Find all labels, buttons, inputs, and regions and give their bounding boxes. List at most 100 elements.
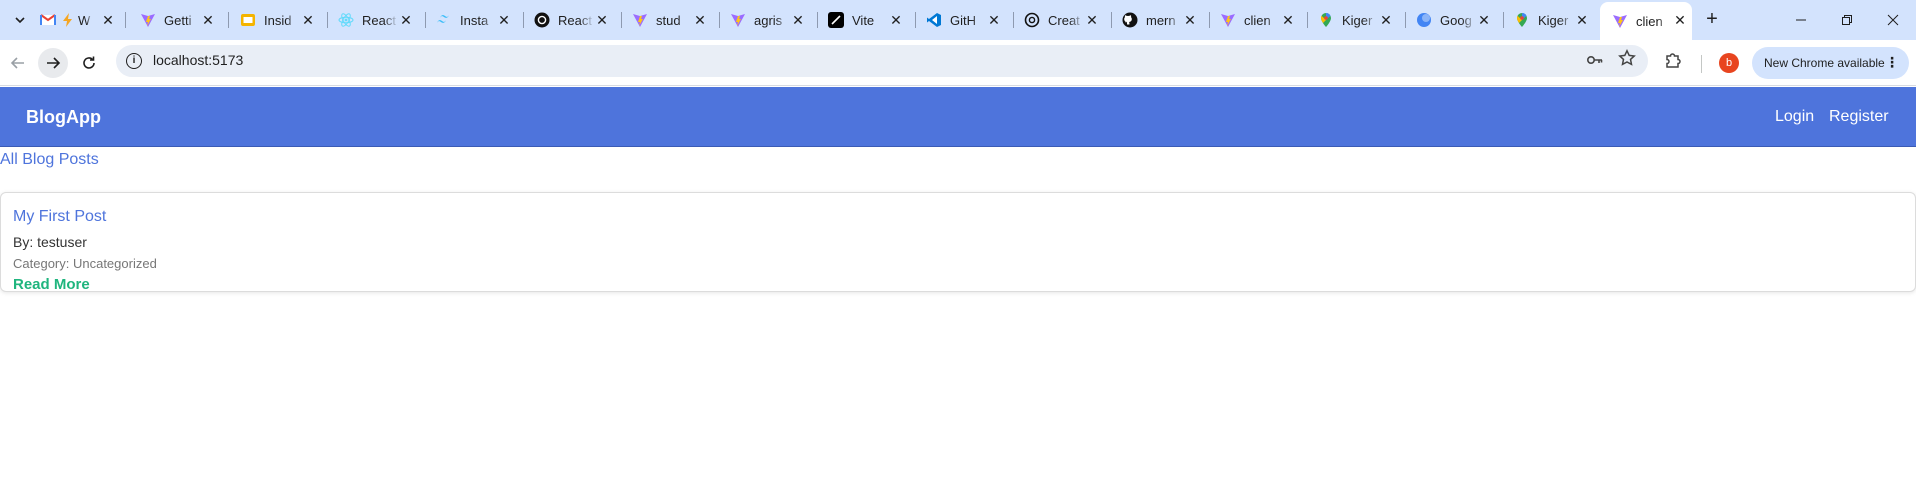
tab-title: React: [362, 12, 396, 28]
browser-tab[interactable]: agris ✕: [730, 6, 810, 34]
bookmark-star-icon[interactable]: [1618, 49, 1636, 72]
github-icon: [1122, 12, 1138, 28]
close-tab-icon[interactable]: ✕: [398, 12, 414, 28]
browser-tab[interactable]: GitH ✕: [926, 6, 1006, 34]
close-tab-icon[interactable]: ✕: [200, 12, 216, 28]
tab-title: Goog: [1440, 12, 1472, 28]
browser-tab[interactable]: Kiger ✕: [1318, 6, 1398, 34]
post-card: My First Post By: testuser Category: Unc…: [0, 192, 1916, 293]
close-tab-icon[interactable]: ✕: [1084, 12, 1100, 28]
close-tab-icon[interactable]: ✕: [1378, 12, 1394, 28]
tailwind-icon: [437, 15, 449, 23]
browser-tab[interactable]: W ✕: [40, 6, 120, 34]
openai-icon: [1024, 12, 1040, 28]
tab-title: clien: [1244, 12, 1271, 28]
close-tab-icon[interactable]: ✕: [594, 12, 610, 28]
tab-title: Insta: [460, 12, 489, 28]
update-label: New Chrome available: [1764, 56, 1885, 70]
tab-search-chevron-icon[interactable]: [8, 8, 32, 32]
profile-avatar[interactable]: b: [1719, 53, 1739, 73]
site-info-icon[interactable]: i: [126, 53, 142, 69]
tab-title: Insid: [264, 12, 292, 28]
tab-title: clien: [1636, 13, 1663, 29]
close-tab-icon[interactable]: ✕: [692, 12, 708, 28]
register-link[interactable]: Register: [1829, 108, 1889, 126]
close-tab-icon[interactable]: ✕: [300, 12, 316, 28]
browser-tab[interactable]: Goog ✕: [1416, 6, 1496, 34]
tab-title: React: [558, 12, 592, 28]
vite-icon: [633, 14, 647, 27]
new-chrome-available-button[interactable]: New Chrome available ⋮: [1752, 47, 1909, 79]
forward-arrow-icon[interactable]: [38, 48, 68, 78]
browser-tab[interactable]: clien ✕: [1220, 6, 1300, 34]
close-tab-icon[interactable]: ✕: [1182, 12, 1198, 28]
browser-tab[interactable]: Getti ✕: [140, 6, 220, 34]
password-key-icon[interactable]: [1586, 51, 1604, 74]
tab-title: Creat: [1048, 12, 1080, 28]
lightning-icon: [63, 13, 72, 27]
close-window-icon[interactable]: [1870, 0, 1916, 40]
login-link[interactable]: Login: [1775, 108, 1814, 126]
browser-tab[interactable]: Insid ✕: [240, 6, 320, 34]
close-tab-icon[interactable]: ✕: [1672, 12, 1688, 28]
browser-tab-active[interactable]: clien ✕: [1600, 2, 1692, 40]
app-navbar: BlogApp Login Register: [0, 87, 1916, 147]
browser-tab[interactable]: Insta ✕: [436, 6, 516, 34]
address-bar[interactable]: i localhost:5173: [116, 45, 1648, 77]
tab-title: Getti: [164, 12, 192, 28]
vite-icon: [141, 14, 155, 27]
tab-title: Vite: [852, 12, 875, 28]
reload-icon[interactable]: [74, 48, 104, 78]
vite-icon: [731, 14, 745, 27]
close-tab-icon[interactable]: ✕: [100, 12, 116, 28]
gemini-icon: [1417, 13, 1431, 27]
read-more-link[interactable]: Read More: [13, 276, 90, 293]
tab-title: agris: [754, 12, 783, 28]
vscode-icon: [927, 13, 941, 27]
browser-tab[interactable]: React ✕: [338, 6, 418, 34]
tab-title: W: [78, 12, 91, 28]
extensions-puzzle-icon[interactable]: [1664, 51, 1682, 74]
tab-title: Kiger: [1342, 12, 1373, 28]
browser-tab[interactable]: React ✕: [534, 6, 614, 34]
minimize-icon[interactable]: [1778, 0, 1824, 40]
maps-icon: [1517, 12, 1527, 27]
page-content: BlogApp Login Register All Blog Posts My…: [0, 87, 1916, 504]
close-tab-icon[interactable]: ✕: [888, 12, 904, 28]
tab-title: mern: [1146, 12, 1176, 28]
tab-strip: W ✕ Getti ✕ Insid ✕ React ✕ Insta ✕ Reac…: [0, 0, 1916, 40]
url-text[interactable]: localhost:5173: [153, 52, 243, 68]
vite-icon: [1613, 15, 1627, 28]
post-author: By: testuser: [13, 234, 87, 250]
close-tab-icon[interactable]: ✕: [1476, 12, 1492, 28]
browser-toolbar: i localhost:5173 b New Chrome available …: [0, 40, 1916, 86]
browser-tab[interactable]: Creat ✕: [1024, 6, 1104, 34]
close-tab-icon[interactable]: ✕: [986, 12, 1002, 28]
tab-title: GitH: [950, 12, 976, 28]
browser-tab[interactable]: stud ✕: [632, 6, 712, 34]
more-menu-icon[interactable]: ⋮: [1885, 54, 1899, 71]
close-tab-icon[interactable]: ✕: [790, 12, 806, 28]
vercel-icon: [828, 12, 844, 28]
brand-logo[interactable]: BlogApp: [26, 107, 101, 128]
close-tab-icon[interactable]: ✕: [1280, 12, 1296, 28]
browser-tab[interactable]: mern ✕: [1122, 6, 1202, 34]
browser-tab[interactable]: Kiger ✕: [1514, 6, 1594, 34]
slides-icon: [241, 14, 255, 26]
openai-icon: [534, 12, 550, 28]
maps-icon: [1321, 12, 1331, 27]
react-icon: [338, 13, 354, 27]
tab-title: Kiger: [1538, 12, 1569, 28]
browser-tab[interactable]: Vite ✕: [828, 6, 908, 34]
post-category: Category: Uncategorized: [13, 256, 157, 271]
page-title: All Blog Posts: [0, 151, 99, 168]
new-tab-button[interactable]: +: [1700, 8, 1724, 32]
vite-icon: [1221, 14, 1235, 27]
gmail-icon: [40, 14, 56, 25]
post-title-link[interactable]: My First Post: [13, 208, 106, 226]
close-tab-icon[interactable]: ✕: [496, 12, 512, 28]
close-tab-icon[interactable]: ✕: [1574, 12, 1590, 28]
restore-icon[interactable]: [1824, 0, 1870, 40]
tab-title: stud: [656, 12, 681, 28]
back-arrow-icon[interactable]: [3, 48, 33, 78]
